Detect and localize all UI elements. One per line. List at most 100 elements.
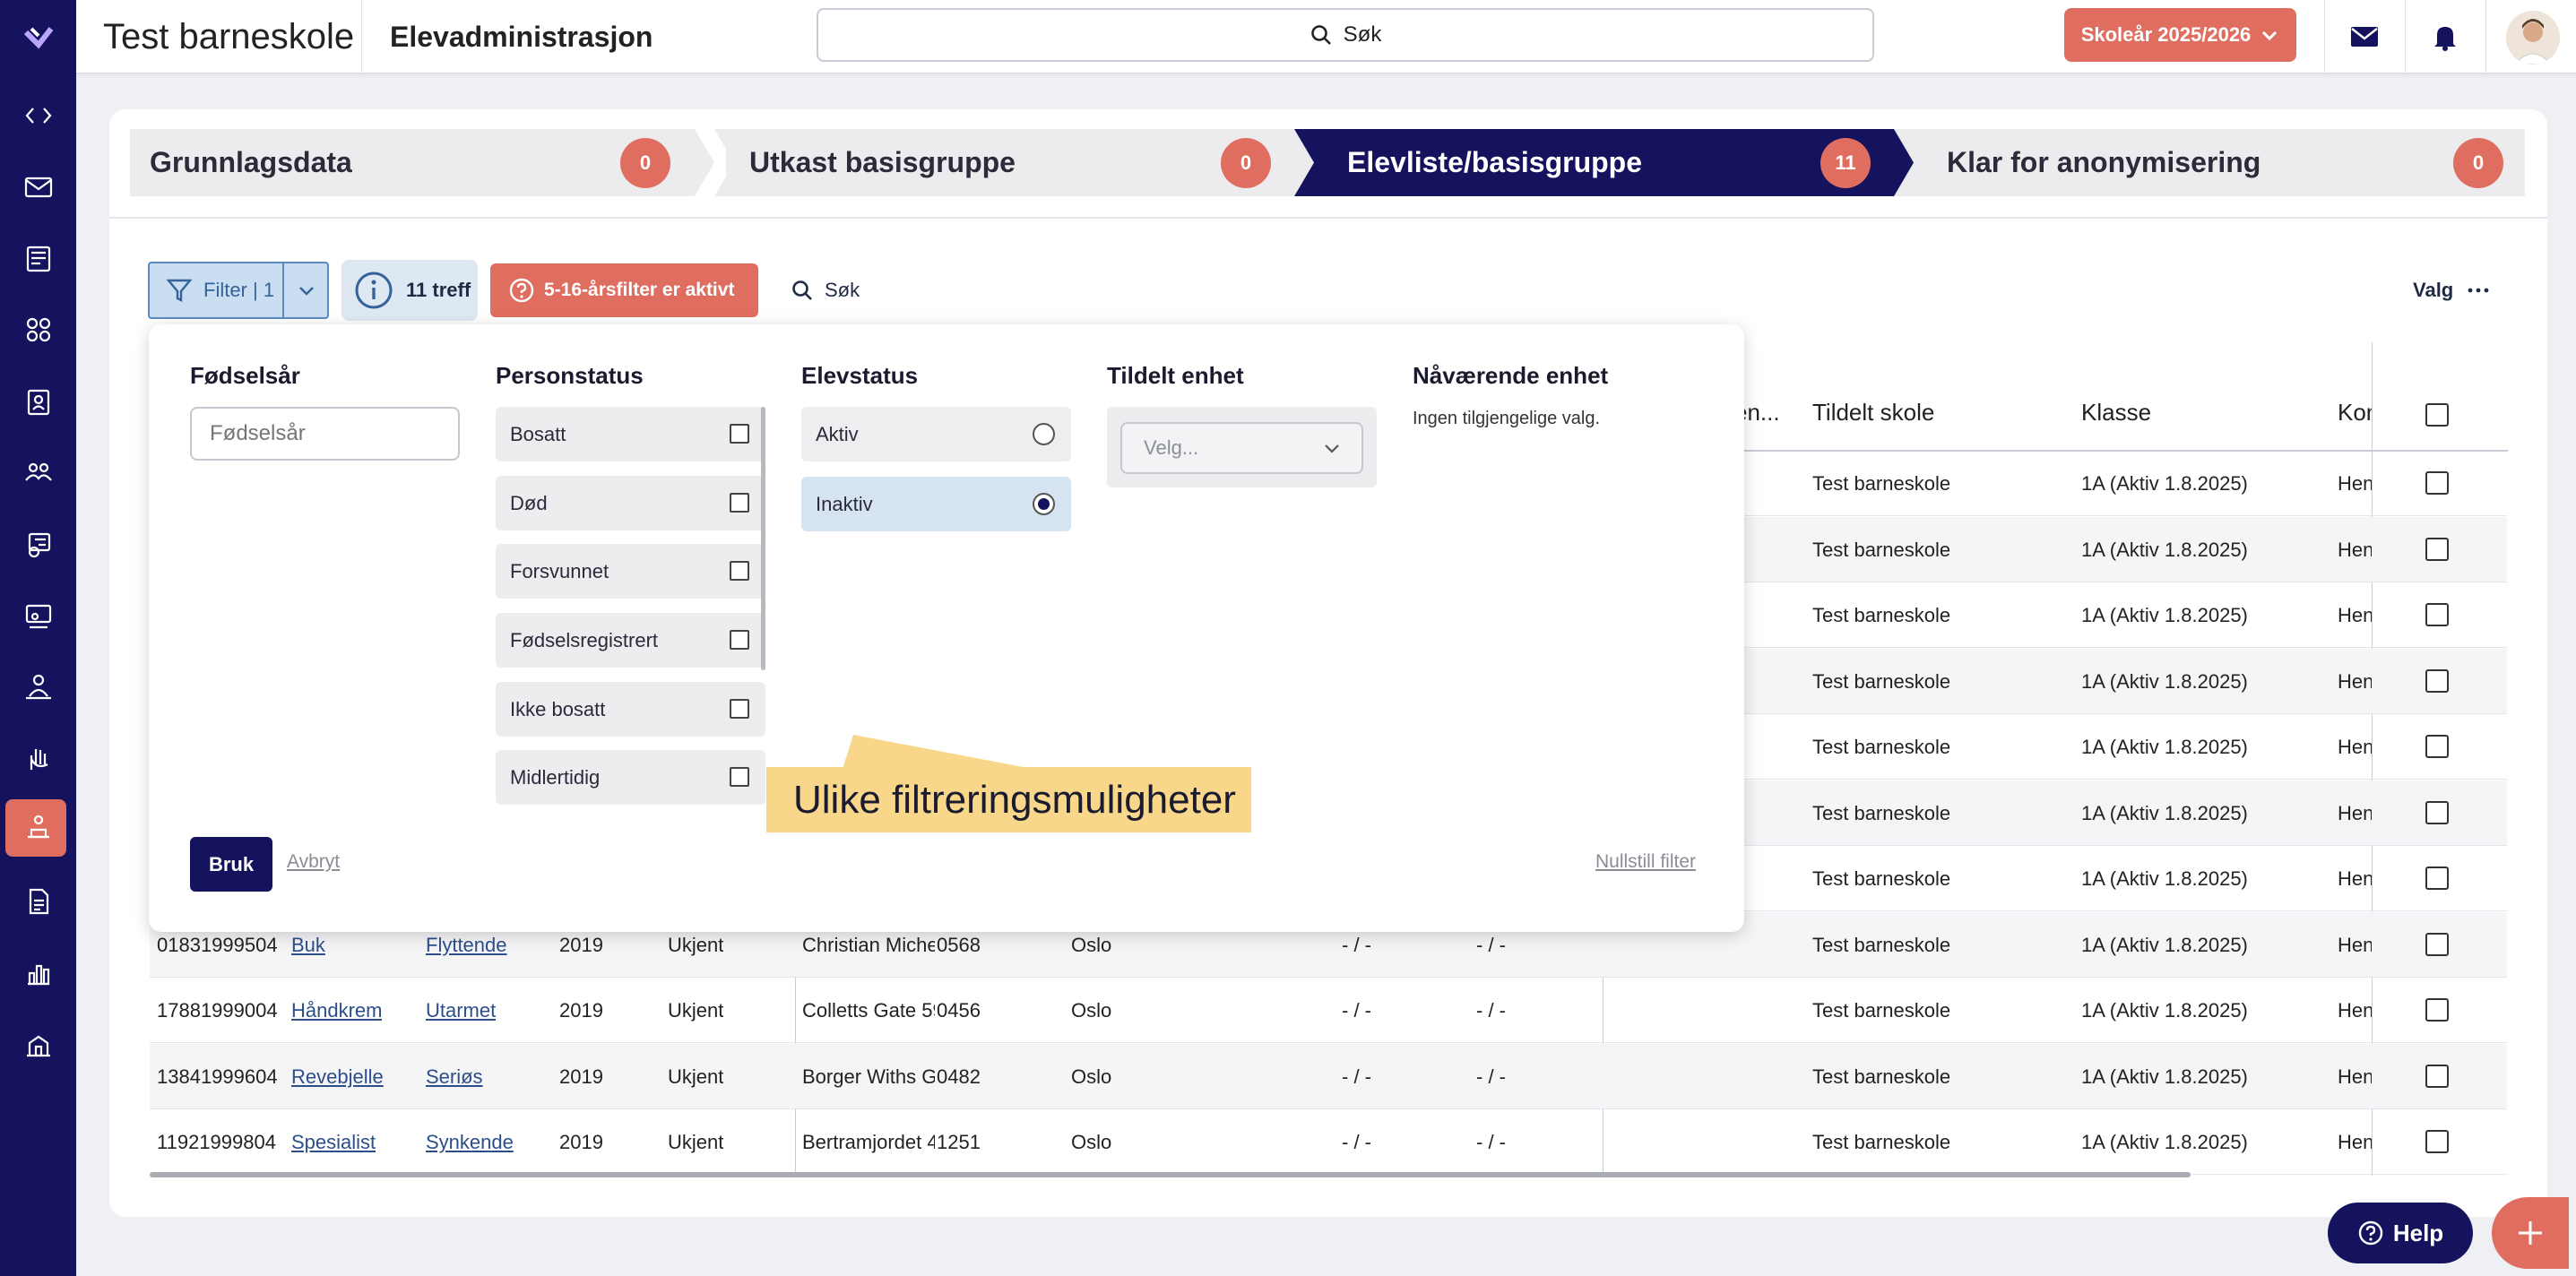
personstatus-option-forsvunnet[interactable]: Forsvunnet xyxy=(496,544,765,599)
column-header-kom[interactable]: Kon xyxy=(2338,399,2372,427)
step-grunnlagsdata[interactable]: Grunnlagsdata 0 xyxy=(130,129,695,196)
teacher-icon[interactable] xyxy=(0,659,76,716)
personstatus-option-midlertidig[interactable]: Midlertidig xyxy=(496,750,765,805)
tildelt-enhet-select[interactable]: Velg... xyxy=(1120,422,1363,474)
hand-icon[interactable] xyxy=(0,730,76,788)
cell-first[interactable]: Revebjelle xyxy=(291,1044,384,1109)
row-checkbox[interactable] xyxy=(2425,471,2449,495)
tildelt-enhet-title: Tildelt enhet xyxy=(1107,362,1244,389)
clipboard-id-icon[interactable] xyxy=(0,373,76,430)
row-checkbox[interactable] xyxy=(2425,866,2449,890)
table-row[interactable]: 17881999004 Håndkrem Utarmet 2019 Ukjent Coll… xyxy=(150,978,2507,1043)
radio-button[interactable] xyxy=(1033,493,1055,515)
valg-menu-button[interactable]: Valg xyxy=(2413,263,2489,317)
personstatus-option-fodselsregistrert[interactable]: Fødselsregistrert xyxy=(496,613,765,668)
question-icon xyxy=(2358,1220,2383,1246)
groups-icon[interactable] xyxy=(0,301,76,358)
global-search-input[interactable]: Søk xyxy=(817,8,1874,62)
certificate-icon[interactable] xyxy=(0,516,76,573)
add-button[interactable] xyxy=(2492,1197,2569,1269)
cell-first[interactable]: Håndkrem xyxy=(291,978,382,1043)
row-checkbox[interactable] xyxy=(2425,1064,2449,1088)
step-elevliste-basisgruppe[interactable]: Elevliste/basisgruppe 11 xyxy=(1334,129,1894,196)
bar-chart-icon[interactable] xyxy=(0,944,76,1002)
row-checkbox[interactable] xyxy=(2425,537,2449,561)
checkbox[interactable] xyxy=(730,493,749,513)
personstatus-option-ikke-bosatt[interactable]: Ikke bosatt xyxy=(496,682,765,737)
fodselsar-title: Fødselsår xyxy=(190,362,300,389)
user-avatar[interactable] xyxy=(2506,11,2560,65)
checkbox[interactable] xyxy=(730,424,749,444)
search-icon xyxy=(792,280,812,300)
table-search-button[interactable]: Søk xyxy=(791,263,860,317)
fodselsar-input[interactable] xyxy=(190,407,460,461)
step-label: Elevliste/basisgruppe xyxy=(1347,146,1643,178)
envelope-icon xyxy=(2351,27,2378,47)
personstatus-option-dod[interactable]: Død xyxy=(496,476,765,530)
cell-year: 2019 xyxy=(559,1131,603,1153)
cell-first[interactable]: Spesialist xyxy=(291,1109,376,1175)
notifications-button[interactable] xyxy=(2405,0,2485,73)
step-utkast-basisgruppe[interactable]: Utkast basisgruppe 0 xyxy=(726,129,1294,196)
reset-filter-link[interactable]: Nullstill filter xyxy=(1595,851,1696,873)
classroom-icon[interactable] xyxy=(0,588,76,645)
cancel-link[interactable]: Avbryt xyxy=(287,851,340,873)
step-label: Utkast basisgruppe xyxy=(749,146,1016,178)
personstatus-option-bosatt[interactable]: Bosatt xyxy=(496,407,765,461)
cell-last[interactable]: Utarmet xyxy=(426,978,496,1043)
help-button[interactable]: Help xyxy=(2328,1203,2473,1263)
document-icon[interactable] xyxy=(0,873,76,930)
step-separator xyxy=(1894,129,1933,196)
cell-kom: Hen xyxy=(2338,867,2372,890)
cell-klasse: 1A (Aktiv 1.8.2025) xyxy=(2081,867,2248,890)
info-icon xyxy=(355,272,393,309)
school-year-dropdown[interactable]: Skoleår 2025/2026 xyxy=(2064,8,2296,62)
chevron-down-icon xyxy=(1325,444,1339,453)
cell-last[interactable]: Synkende xyxy=(426,1109,514,1175)
row-checkbox[interactable] xyxy=(2425,932,2449,956)
cell-kom: Hen xyxy=(2338,1131,2372,1153)
row-checkbox[interactable] xyxy=(2425,735,2449,758)
cell-zip: 0482 xyxy=(937,1065,981,1088)
elevstatus-option-aktiv[interactable]: Aktiv xyxy=(801,407,1071,461)
more-icon xyxy=(2468,288,2489,293)
student-desk-icon[interactable] xyxy=(0,799,76,857)
mail-icon[interactable] xyxy=(0,159,76,216)
row-checkbox[interactable] xyxy=(2425,800,2449,824)
school-building-icon[interactable] xyxy=(0,1016,76,1073)
column-header-klasse[interactable]: Klasse xyxy=(2081,399,2151,427)
cell-tildelt-skole: Test barneskole xyxy=(1812,1131,1951,1153)
chevron-down-icon[interactable] xyxy=(297,280,316,300)
cell-klasse: 1A (Aktiv 1.8.2025) xyxy=(2081,472,2248,495)
table-row[interactable]: 13841999604 Revebjelle Seriøs 2019 Ukjent Bor… xyxy=(150,1043,2507,1109)
checkbox[interactable] xyxy=(730,699,749,719)
apply-button[interactable]: Bruk xyxy=(190,837,272,892)
brand-logo-icon[interactable] xyxy=(0,7,76,65)
step-klar-for-anonymisering[interactable]: Klar for anonymisering 0 xyxy=(1933,129,2525,196)
table-row[interactable]: 11921999804 Spesialist Synkende 2019 Ukjent B… xyxy=(150,1109,2507,1175)
school-name: Test barneskole xyxy=(103,17,355,56)
radio-button[interactable] xyxy=(1033,423,1055,445)
select-all-checkbox[interactable] xyxy=(2425,403,2449,427)
mail-button[interactable] xyxy=(2324,0,2405,73)
bell-icon xyxy=(2434,27,2456,51)
row-checkbox[interactable] xyxy=(2425,1130,2449,1153)
cell-last[interactable]: Seriøs xyxy=(426,1044,483,1109)
filter-button[interactable]: Filter | 1 xyxy=(148,262,329,319)
code-icon[interactable] xyxy=(0,87,76,144)
checkbox[interactable] xyxy=(730,767,749,787)
row-checkbox[interactable] xyxy=(2425,998,2449,1022)
elevstatus-option-inaktiv[interactable]: Inaktiv xyxy=(801,477,1071,531)
personstatus-scrollbar[interactable] xyxy=(761,407,765,670)
people-icon[interactable] xyxy=(0,444,76,502)
cell-zip: 1251 xyxy=(937,1131,981,1153)
news-icon[interactable] xyxy=(0,230,76,288)
row-checkbox[interactable] xyxy=(2425,603,2449,626)
horizontal-scrollbar[interactable] xyxy=(150,1172,2191,1177)
checkbox[interactable] xyxy=(730,630,749,650)
age-filter-button[interactable]: 5-16-årsfilter er aktivt xyxy=(490,263,758,317)
checkbox[interactable] xyxy=(730,561,749,581)
column-header-tildelt-skole[interactable]: Tildelt skole xyxy=(1812,399,1934,427)
option-label: Død xyxy=(510,492,548,514)
row-checkbox[interactable] xyxy=(2425,668,2449,693)
